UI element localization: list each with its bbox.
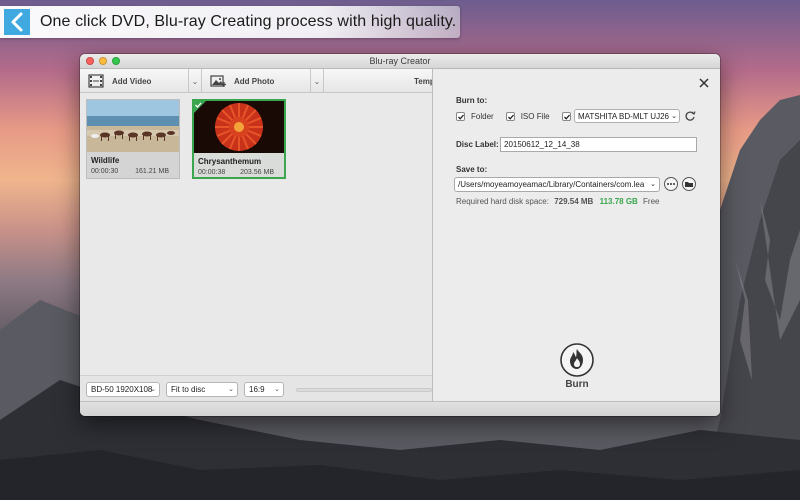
burner-drive-select[interactable]: MATSHITA BD-MLT UJ26 ⌄ xyxy=(574,109,680,123)
disc-type-value: BD-50 1920X108 xyxy=(91,385,153,394)
chevron-down-icon: ⌄ xyxy=(150,386,156,393)
wildlife-thumbnail xyxy=(87,100,179,152)
media-name: Chrysanthemum xyxy=(198,157,262,166)
burn-to-label: Burn to: xyxy=(456,96,488,105)
media-list: Wildlife 00:00:30 161.21 MB Chrysanthemu… xyxy=(80,94,432,374)
media-item-chrysanthemum[interactable]: Chrysanthemum 00:00:38 203.56 MB xyxy=(192,99,286,179)
chrysanthemum-thumbnail xyxy=(194,101,284,153)
template-button[interactable]: Temp xyxy=(414,69,432,93)
check-icon xyxy=(194,101,206,113)
save-path-value: /Users/moyeamoyeamac/Library/Containers/… xyxy=(458,180,645,189)
add-video-dropdown[interactable]: ⌄ xyxy=(188,69,202,93)
close-icon[interactable] xyxy=(698,77,710,89)
add-photo-button[interactable]: Add Photo xyxy=(210,69,310,93)
disc-type-select[interactable]: BD-50 1920X108 ⌄ xyxy=(86,382,160,397)
free-space-label: Free xyxy=(643,197,660,206)
drive-checkbox[interactable] xyxy=(561,111,571,121)
disc-label-input[interactable] xyxy=(500,137,697,152)
media-duration: 00:00:38 xyxy=(198,169,226,176)
media-toolbar: Add Video ⌄ Add Photo ⌄ Temp xyxy=(80,69,432,93)
app-window: Blu-ray Creator Add Video ⌄ Add Photo ⌄ … xyxy=(80,54,720,416)
more-icon xyxy=(667,183,675,185)
burn-settings-panel: Burn to: Folder ISO File MATSHITA BD-MLT… xyxy=(433,69,720,401)
disc-capacity-bar xyxy=(296,388,432,392)
required-space-label: Required hard disk space: xyxy=(456,197,549,206)
chevron-down-icon: ⌄ xyxy=(228,386,234,393)
burn-button[interactable]: Burn xyxy=(557,342,597,394)
add-photo-label: Add Photo xyxy=(234,76,275,86)
media-name: Wildlife xyxy=(91,156,120,165)
aspect-ratio-select[interactable]: 16:9 ⌄ xyxy=(244,382,284,397)
save-to-label: Save to: xyxy=(456,165,488,174)
banner-text: One click DVD, Blu-ray Creating process … xyxy=(40,13,457,30)
more-options-button[interactable] xyxy=(664,177,678,191)
add-photo-dropdown[interactable]: ⌄ xyxy=(310,69,324,93)
chevron-left-icon xyxy=(0,6,34,38)
folder-icon xyxy=(685,182,693,187)
title-bar[interactable]: Blu-ray Creator xyxy=(80,54,720,69)
window-title: Blu-ray Creator xyxy=(369,56,431,66)
media-size: 203.56 MB xyxy=(240,169,274,176)
open-folder-button[interactable] xyxy=(682,177,696,191)
free-space-value: 113.78 GB xyxy=(599,197,638,206)
aspect-ratio-value: 16:9 xyxy=(249,385,265,394)
status-bar xyxy=(80,401,720,416)
media-duration: 00:00:30 xyxy=(91,168,119,175)
photo-icon xyxy=(210,75,226,87)
add-video-button[interactable]: Add Video xyxy=(88,69,188,93)
iso-option-label: ISO File xyxy=(520,111,550,121)
media-size: 161.21 MB xyxy=(135,168,169,175)
burn-label: Burn xyxy=(565,379,589,390)
iso-file-checkbox[interactable] xyxy=(505,111,515,121)
disk-space-info: Required hard disk space: 729.54 MB 113.… xyxy=(456,197,660,206)
burn-target-options: Folder ISO File xyxy=(456,109,577,123)
drive-value: MATSHITA BD-MLT UJ26 xyxy=(578,112,669,121)
required-space-value: 729.54 MB xyxy=(554,197,594,206)
chevron-down-icon: ⌄ xyxy=(650,181,656,188)
folder-option-label: Folder xyxy=(471,111,494,121)
chevron-down-icon: ⌄ xyxy=(671,113,677,120)
fit-value: Fit to disc xyxy=(171,385,206,394)
refresh-icon[interactable] xyxy=(684,110,696,122)
film-icon xyxy=(88,74,104,88)
burn-flame-icon xyxy=(560,343,594,377)
fit-select[interactable]: Fit to disc ⌄ xyxy=(166,382,238,397)
media-panel: Add Video ⌄ Add Photo ⌄ Temp xyxy=(80,69,432,401)
chevron-down-icon: ⌄ xyxy=(274,386,280,393)
folder-checkbox[interactable] xyxy=(456,111,465,121)
output-settings-bar: BD-50 1920X108 ⌄ Fit to disc ⌄ 16:9 ⌄ xyxy=(80,375,432,401)
promo-banner: One click DVD, Blu-ray Creating process … xyxy=(0,6,460,38)
save-path-select[interactable]: /Users/moyeamoyeamac/Library/Containers/… xyxy=(454,177,660,192)
media-item-wildlife[interactable]: Wildlife 00:00:30 161.21 MB xyxy=(86,99,180,179)
add-video-label: Add Video xyxy=(112,76,152,86)
disc-label-label: Disc Label: xyxy=(456,140,499,149)
